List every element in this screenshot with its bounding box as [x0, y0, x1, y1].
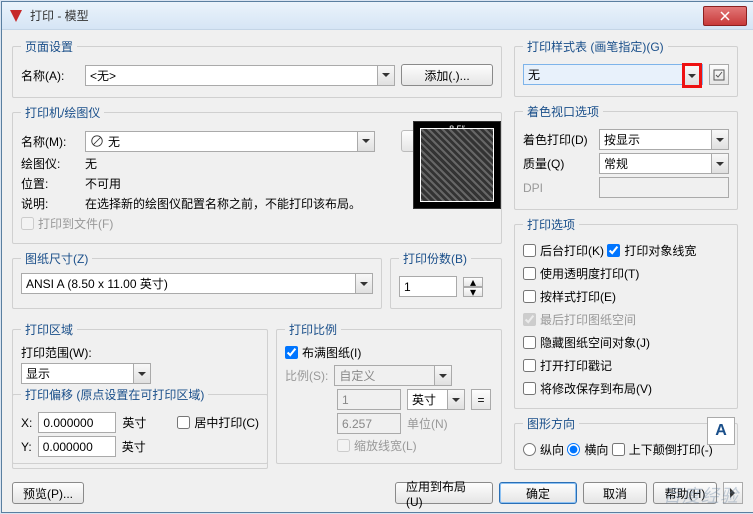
shade-quality-label: 质量(Q) [523, 155, 593, 172]
printer-name-combo[interactable]: 无 [85, 131, 375, 152]
dpi-label: DPI [523, 181, 593, 195]
orientation-legend: 图形方向 [523, 415, 579, 432]
plot-style-group: 打印样式表 (画笔指定)(G) 无 [514, 38, 738, 97]
plot-scope-combo[interactable]: 显示 [21, 363, 151, 384]
scale-unit2-label: 单位(N) [407, 415, 448, 432]
opt-by-style-checkbox[interactable]: 按样式打印(E) [523, 288, 616, 305]
scale-group: 打印比例 布满图纸(I) 比例(S): 自定义 1 英寸 = [276, 321, 502, 464]
expand-button[interactable] [723, 482, 743, 504]
desc-label: 说明: [21, 195, 79, 212]
offset-x-label: X: [21, 416, 32, 430]
plotter-value: 无 [85, 155, 97, 172]
chevron-down-icon[interactable] [682, 63, 702, 88]
titlebar: 打印 - 模型 [2, 2, 753, 30]
offset-legend: 打印偏移 (原点设置在可打印区域) [21, 386, 208, 403]
where-value: 不可用 [85, 175, 121, 192]
preview-button[interactable]: 预览(P)... [12, 482, 84, 504]
shade-group: 着色视口选项 着色打印(D) 按显示 质量(Q) 常规 DPI [514, 103, 738, 210]
chevron-down-icon [357, 132, 374, 151]
scale-equals-button[interactable]: = [471, 389, 491, 410]
opt-paperspace-last-checkbox: 最后打印图纸空间 [523, 311, 636, 328]
close-icon [720, 11, 730, 21]
page-name-combo[interactable]: <无> [85, 65, 395, 86]
scale-legend: 打印比例 [285, 321, 341, 338]
offset-y-unit: 英寸 [122, 438, 146, 455]
offset-x-unit: 英寸 [122, 414, 146, 431]
chevron-down-icon [355, 274, 372, 293]
paper-preview: 8.5″ 11.0″ [413, 121, 501, 209]
add-page-setup-button[interactable]: 添加(.)... [401, 64, 493, 86]
offset-y-label: Y: [21, 440, 32, 454]
plot-style-combo[interactable]: 无 [523, 64, 703, 85]
chevron-down-icon [711, 130, 728, 149]
page-name-label: 名称(A): [21, 67, 79, 84]
chevron-down-icon [711, 154, 728, 173]
center-plot-checkbox[interactable]: 居中打印(C) [177, 414, 259, 431]
shade-mode-label: 着色打印(D) [523, 131, 593, 148]
options-legend: 打印选项 [523, 216, 579, 233]
chevron-down-icon [377, 66, 394, 85]
paper-size-group: 图纸尺寸(Z) ANSI A (8.50 x 11.00 英寸) [12, 250, 382, 309]
chevron-down-icon [447, 390, 464, 409]
opt-transparency-checkbox[interactable]: 使用透明度打印(T) [523, 265, 639, 282]
plot-style-legend: 打印样式表 (画笔指定)(G) [523, 38, 668, 55]
footer: 预览(P)... 应用到布局(U) 确定 取消 帮助(H) [12, 482, 743, 504]
paper-size-combo[interactable]: ANSI A (8.50 x 11.00 英寸) [21, 273, 373, 294]
orientation-icon: A [707, 417, 735, 445]
plot-style-edit-button[interactable] [709, 64, 729, 85]
plot-area-legend: 打印区域 [21, 321, 77, 338]
copies-input[interactable]: 1 [399, 276, 457, 297]
plotter-label: 绘图仪: [21, 155, 79, 172]
orientation-group: 图形方向 纵向 横向 上下颠倒打印(-) A [514, 415, 738, 470]
page-setup-group: 页面设置 名称(A): <无> 添加(.)... [12, 38, 502, 98]
chevron-down-icon [133, 364, 150, 383]
printer-group: 打印机/绘图仪 名称(M): 无 特性(R)... 绘图仪:无 位置:不可用 说… [12, 104, 502, 244]
where-label: 位置: [21, 175, 79, 192]
close-button[interactable] [703, 6, 747, 26]
offset-y-input[interactable]: 0.000000 [38, 436, 116, 457]
shade-legend: 着色视口选项 [523, 103, 603, 120]
app-logo-icon [8, 8, 24, 24]
copies-spin-down[interactable]: ▾ [463, 287, 483, 297]
scale-num-input: 1 [337, 389, 401, 410]
chevron-down-icon [434, 366, 451, 385]
printer-name-label: 名称(M): [21, 133, 79, 150]
copies-legend: 打印份数(B) [399, 250, 471, 267]
offset-x-input[interactable]: 0.000000 [38, 412, 116, 433]
print-to-file-checkbox: 打印到文件(F) [21, 215, 113, 232]
opt-hide-paperspace-checkbox[interactable]: 隐藏图纸空间对象(J) [523, 334, 650, 351]
shade-mode-combo[interactable]: 按显示 [599, 129, 729, 150]
scale-unit-combo[interactable]: 英寸 [407, 389, 465, 410]
dpi-input [599, 177, 729, 198]
plot-scope-label: 打印范围(W): [21, 344, 259, 361]
scale-ratio-label: 比例(S): [285, 367, 328, 384]
portrait-radio[interactable]: 纵向 [523, 441, 564, 458]
printer-legend: 打印机/绘图仪 [21, 104, 104, 121]
scale-ratio-combo: 自定义 [334, 365, 452, 386]
help-button[interactable]: 帮助(H) [653, 482, 717, 504]
upside-down-checkbox[interactable]: 上下颠倒打印(-) [612, 441, 713, 458]
page-setup-legend: 页面设置 [21, 38, 77, 55]
window-title: 打印 - 模型 [30, 7, 703, 24]
opt-save-layout-checkbox[interactable]: 将修改保存到布局(V) [523, 380, 652, 397]
paper-size-legend: 图纸尺寸(Z) [21, 250, 92, 267]
opt-plot-stamp-checkbox[interactable]: 打开打印戳记 [523, 357, 612, 374]
edit-icon [713, 69, 725, 81]
landscape-radio[interactable]: 横向 [567, 441, 608, 458]
opt-background-checkbox[interactable]: 后台打印(K) [523, 242, 604, 259]
opt-lineweight-checkbox[interactable]: 打印对象线宽 [607, 242, 696, 259]
scale-denom-input: 6.257 [337, 413, 401, 434]
shade-quality-combo[interactable]: 常规 [599, 153, 729, 174]
fit-to-paper-checkbox[interactable]: 布满图纸(I) [285, 344, 361, 361]
printer-none-icon [90, 134, 104, 148]
apply-to-layout-button[interactable]: 应用到布局(U) [395, 482, 493, 504]
scale-lineweight-checkbox: 缩放线宽(L) [337, 437, 417, 454]
copies-group: 打印份数(B) 1 ▴ ▾ [390, 250, 502, 309]
ok-button[interactable]: 确定 [499, 482, 577, 504]
cancel-button[interactable]: 取消 [583, 482, 647, 504]
options-group: 打印选项 后台打印(K) 打印对象线宽 使用透明度打印(T) 按样式打印(E) … [514, 216, 738, 409]
desc-value: 在选择新的绘图仪配置名称之前，不能打印该布局。 [85, 195, 361, 212]
